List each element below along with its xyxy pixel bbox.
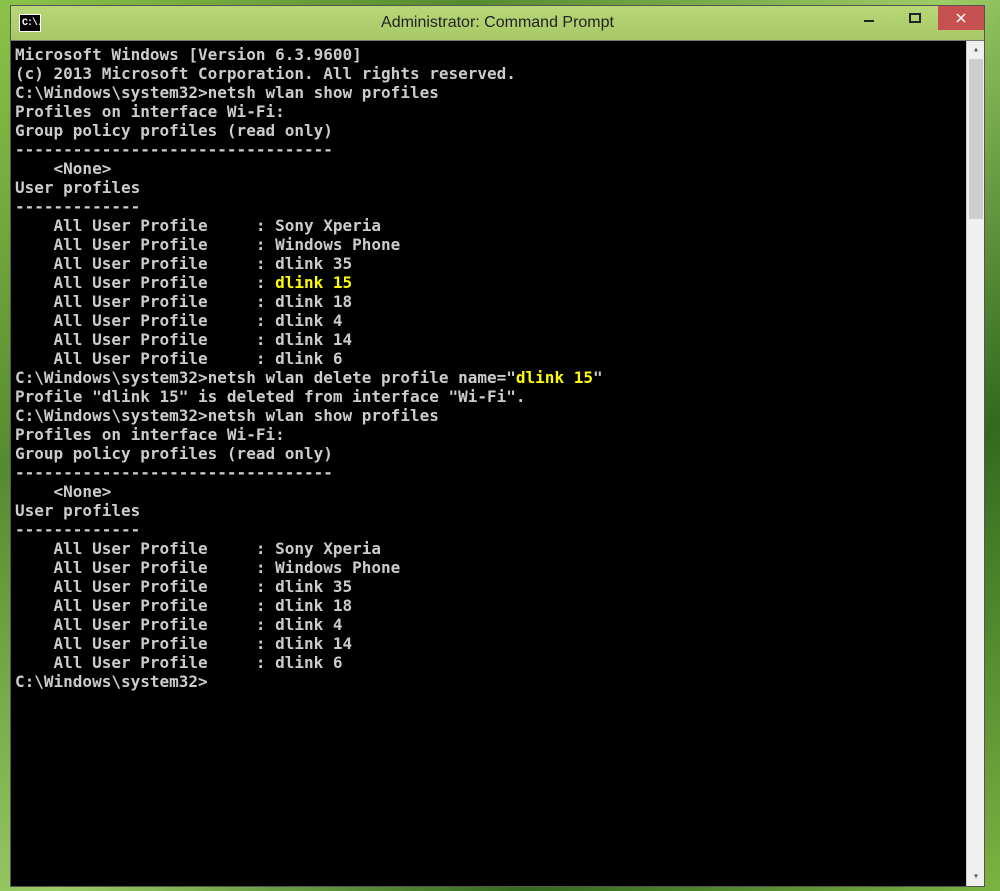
scrollbar-vertical[interactable]: ▴ ▾: [966, 41, 984, 886]
window-controls: [846, 6, 984, 34]
terminal-body: Microsoft Windows [Version 6.3.9600](c) …: [11, 41, 984, 886]
scroll-thumb[interactable]: [969, 59, 983, 219]
minimize-button[interactable]: [846, 6, 892, 30]
close-button[interactable]: [938, 6, 984, 30]
scroll-down-button[interactable]: ▾: [967, 868, 984, 886]
window-title: Administrator: Command Prompt: [381, 14, 614, 32]
command-prompt-window: C:\. Administrator: Command Prompt Micro…: [10, 5, 985, 887]
titlebar[interactable]: C:\. Administrator: Command Prompt: [11, 6, 984, 41]
terminal-output[interactable]: Microsoft Windows [Version 6.3.9600](c) …: [11, 41, 966, 886]
app-icon: C:\.: [19, 14, 41, 32]
maximize-button[interactable]: [892, 6, 938, 30]
scroll-up-button[interactable]: ▴: [967, 41, 984, 59]
